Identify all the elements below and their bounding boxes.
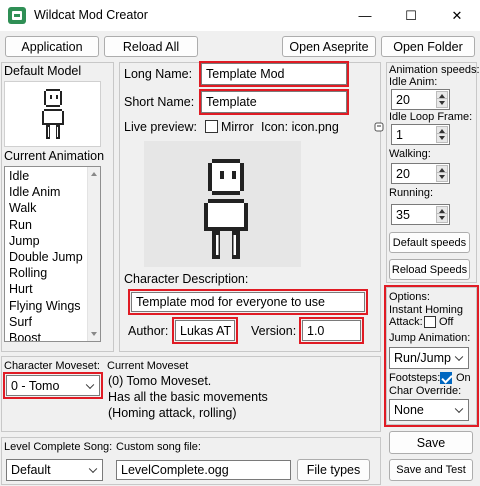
moveset-highlight [3,372,103,399]
current-moveset-label: Current Moveset [107,360,189,372]
list-item[interactable]: Double Jump [5,249,100,265]
list-item[interactable]: Boost [5,330,100,341]
save-button[interactable]: Save [389,431,473,454]
walking-label: Walking: [389,148,431,160]
list-item[interactable]: Jump [5,233,100,249]
app-icon [8,7,26,24]
decrement-icon[interactable] [436,98,448,108]
footsteps-label: Footsteps: [389,372,441,384]
walking-stepper[interactable]: 20 [391,163,450,184]
save-and-test-button[interactable]: Save and Test [389,459,473,481]
char-override-select[interactable]: None [389,399,469,421]
jump-animation-label: Jump Animation: [389,332,471,344]
level-complete-song-select[interactable]: Default [6,459,103,481]
custom-song-label: Custom song file: [116,441,201,453]
list-item[interactable]: Idle [5,168,100,184]
maximize-icon[interactable]: ☐ [388,0,434,31]
moveset-description-line: (0) Tomo Moveset. [108,374,212,388]
list-item[interactable]: Run [5,217,100,233]
decrement-icon[interactable] [436,133,448,143]
jump-animation-select[interactable]: Run/Jump [389,347,469,369]
character-moveset-label: Character Moveset: [4,360,100,372]
default-speeds-button[interactable]: Default speeds [389,232,470,253]
default-model-preview[interactable] [4,81,101,147]
file-types-button[interactable]: File types [297,459,370,481]
decrement-icon[interactable] [436,172,448,182]
walking-value: 20 [396,167,410,181]
scroll-up-icon[interactable] [91,172,97,176]
live-preview-area[interactable] [144,141,301,267]
animation-list-scrollbar[interactable] [87,167,100,341]
open-aseprite-button[interactable]: Open Aseprite [282,36,376,57]
chevron-down-icon [454,352,464,362]
list-item[interactable]: Idle Anim [5,184,100,200]
decrement-icon[interactable] [436,213,448,223]
running-value: 35 [396,208,410,222]
idle-anim-stepper[interactable]: 20 [391,89,450,110]
list-item[interactable]: Surf [5,314,100,330]
application-button[interactable]: Application [5,36,99,57]
list-item[interactable]: Flying Wings [5,298,100,314]
reload-all-button[interactable]: Reload All [104,36,198,57]
short-name-highlight [199,89,349,115]
homing-attack-state: Off [439,316,454,328]
idle-anim-value: 20 [396,93,410,107]
version-label: Version: [251,324,297,338]
mirror-checkbox[interactable] [205,120,218,133]
char-override-value: None [394,403,424,417]
live-preview-label: Live preview: [124,120,197,134]
idle-loop-frame-value: 1 [396,128,403,142]
idle-loop-frame-label: Idle Loop Frame: [389,111,473,123]
current-animation-label: Current Animation [4,149,105,163]
idle-loop-frame-stepper[interactable]: 1 [391,124,450,145]
list-item[interactable]: Rolling [5,265,100,281]
custom-song-field[interactable]: LevelComplete.ogg [116,460,291,480]
instant-homing-label: Instant Homing [389,304,463,316]
animation-speeds-label: Animation speeds: [389,64,480,76]
author-label: Author: [128,324,169,338]
footsteps-state: On [456,372,471,384]
list-item[interactable]: Hurt [5,281,100,297]
running-label: Running: [389,187,434,199]
mirror-label: Mirror [221,120,254,134]
idle-anim-label: Idle Anim: [389,76,438,88]
window-title: Wildcat Mod Creator [34,8,148,22]
options-label: Options: [389,291,430,303]
homing-attack-checkbox[interactable] [424,316,436,328]
open-folder-button[interactable]: Open Folder [381,36,475,57]
title-bar: Wildcat Mod Creator — ☐ ✕ [0,0,480,31]
author-highlight [172,317,238,344]
version-highlight [299,317,364,344]
moveset-description-line: (Homing attack, rolling) [108,406,237,420]
list-item[interactable]: Walk [5,200,100,216]
level-complete-song-value: Default [11,463,51,477]
short-name-label: Short Name: [124,95,195,109]
default-character-sprite [42,89,64,139]
long-name-label: Long Name: [124,67,193,81]
default-model-label: Default Model [4,64,82,78]
attack-label: Attack: [389,316,423,328]
description-label: Character Description: [124,272,249,286]
long-name-highlight [199,61,349,87]
reload-speeds-button[interactable]: Reload Speeds [389,259,470,280]
running-stepper[interactable]: 35 [391,204,450,225]
animation-list[interactable]: Idle Idle Anim Walk Run Jump Double Jump… [4,166,101,342]
close-icon[interactable]: ✕ [434,0,480,31]
jump-animation-value: Run/Jump [394,351,451,365]
tiny-icon-preview [374,122,384,132]
character-preview-sprite [204,159,248,259]
level-complete-song-label: Level Complete Song: [4,441,113,453]
chevron-down-icon [88,464,98,474]
icon-filename-label: Icon: icon.png [261,120,339,134]
description-highlight [128,289,368,315]
scroll-down-icon[interactable] [91,332,97,336]
char-override-label: Char Override: [389,385,462,397]
chevron-down-icon [454,404,464,414]
moveset-description-line: Has all the basic movements [108,390,268,404]
minimize-icon[interactable]: — [342,0,388,31]
footsteps-checkbox[interactable] [440,372,452,384]
